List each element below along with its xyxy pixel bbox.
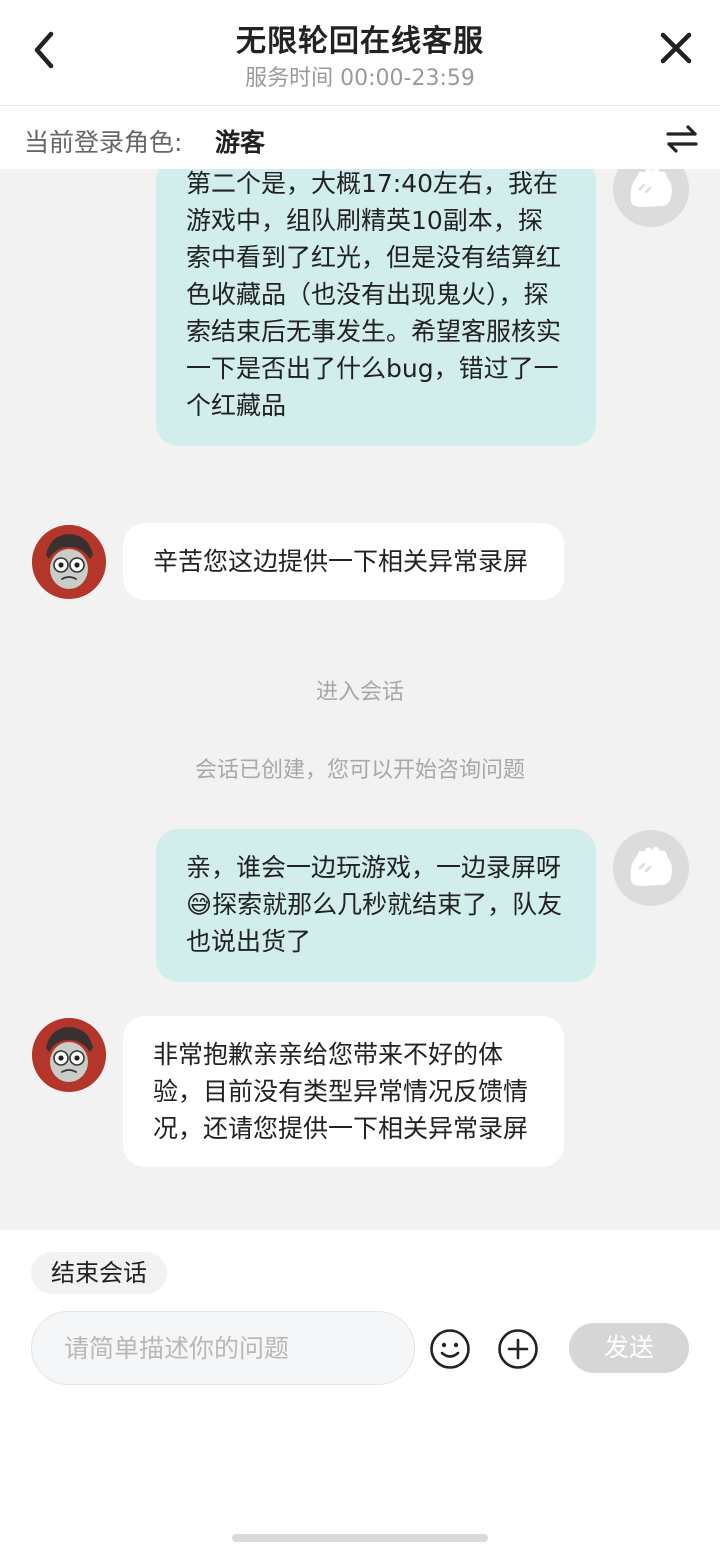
- role-bar: 当前登录角色: 游客: [0, 107, 720, 169]
- ghost-avatar-icon: [613, 169, 689, 227]
- composer: 结束会话 发送: [0, 1230, 720, 1558]
- chat-messages[interactable]: 第二个是，大概17:40左右，我在游戏中，组队刷精英10副本，探索中看到了红光，…: [0, 169, 720, 1230]
- page-title: 无限轮回在线客服: [236, 24, 484, 59]
- message-input[interactable]: [31, 1311, 415, 1385]
- user-message-text: 探索就那么几秒就结束了，队友也说出货了: [186, 890, 563, 956]
- system-message: 会话已创建，您可以开始咨询问题: [194, 758, 525, 783]
- home-indicator: [232, 1534, 488, 1542]
- user-avatar: [613, 830, 689, 906]
- smiley-icon: [430, 1329, 470, 1369]
- agent-message-text: 辛苦您这边提供一下相关异常录屏: [153, 547, 529, 576]
- system-message: 进入会话: [315, 680, 404, 705]
- role-label: 当前登录角色:: [24, 128, 183, 157]
- emoji-button[interactable]: [429, 1328, 471, 1370]
- swap-arrows-icon: [666, 125, 698, 153]
- user-message-bubble: 第二个是，大概17:40左右，我在游戏中，组队刷精英10副本，探索中看到了红光，…: [156, 169, 596, 446]
- agent-avatar-icon: [32, 1018, 106, 1092]
- more-button[interactable]: [497, 1328, 539, 1370]
- close-button[interactable]: [652, 24, 700, 72]
- agent-avatar: [32, 1018, 106, 1092]
- user-message-text: 第二个是，大概17:40左右，我在游戏中，组队刷精英10副本，探索中看到了红光，…: [186, 169, 562, 420]
- agent-avatar: [32, 525, 106, 599]
- agent-avatar-icon: [32, 525, 106, 599]
- role-value: 游客: [215, 128, 266, 157]
- service-hours: 服务时间 00:00-23:59: [245, 66, 475, 91]
- switch-role-button[interactable]: [662, 119, 702, 159]
- ghost-avatar-icon: [613, 830, 689, 906]
- header: 无限轮回在线客服 服务时间 00:00-23:59: [0, 0, 720, 106]
- agent-message-text: 非常抱歉亲亲给您带来不好的体验，目前没有类型异常情况反馈情况，还请您提供一下相关…: [153, 1040, 529, 1143]
- end-chat-button[interactable]: 结束会话: [31, 1252, 167, 1294]
- agent-message-bubble: 非常抱歉亲亲给您带来不好的体验，目前没有类型异常情况反馈情况，还请您提供一下相关…: [123, 1016, 564, 1167]
- grinning-sweat-emoji: 😅: [186, 890, 213, 919]
- close-icon: [660, 32, 692, 64]
- send-button[interactable]: 发送: [569, 1323, 689, 1373]
- plus-circle-icon: [498, 1329, 538, 1369]
- user-message-text: 亲，谁会一边玩游戏，一边录屏呀: [186, 853, 562, 882]
- user-message-bubble: 亲，谁会一边玩游戏，一边录屏呀 😅探索就那么几秒就结束了，队友也说出货了: [156, 829, 596, 982]
- user-avatar: [613, 169, 689, 227]
- agent-message-bubble: 辛苦您这边提供一下相关异常录屏: [123, 523, 564, 600]
